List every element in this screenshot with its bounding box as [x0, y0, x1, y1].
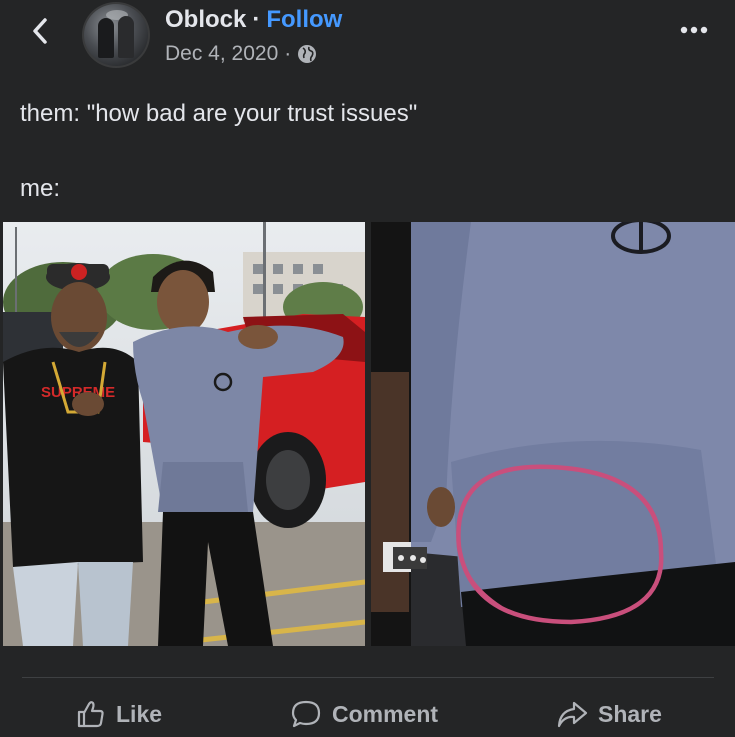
author-name[interactable]: Oblock [165, 6, 246, 33]
like-button[interactable]: Like [76, 694, 162, 734]
share-label: Share [598, 700, 662, 727]
actions-divider [22, 677, 714, 678]
like-label: Like [116, 700, 163, 727]
thumbs-up-icon [77, 701, 104, 728]
post-photo-right[interactable] [371, 222, 735, 646]
share-icon [557, 701, 588, 728]
comment-button[interactable]: Comment [290, 694, 438, 734]
globe-icon [298, 45, 317, 63]
meta-separator: · [284, 42, 292, 65]
post-text-line-1: them: "how bad are your trust issues" [20, 100, 418, 127]
back-arrow-icon[interactable] [28, 16, 52, 46]
more-options-icon[interactable] [678, 20, 710, 40]
post-actions: Like Comment Share [0, 694, 735, 734]
post-date[interactable]: Dec 4, 2020 [165, 42, 278, 66]
post-meta: Dec 4, 2020 · [165, 42, 317, 66]
name-separator: · [252, 6, 261, 33]
avatar[interactable] [82, 2, 150, 68]
share-button[interactable]: Share [556, 694, 662, 734]
comment-label: Comment [332, 700, 439, 727]
post-text-line-2: me: [20, 175, 61, 202]
author-row: Oblock · Follow [165, 6, 342, 34]
post-photo-left[interactable]: SUPREME [3, 222, 365, 646]
comment-icon [291, 700, 321, 728]
post-header: Oblock · Follow Dec 4, 2020 · [0, 0, 735, 80]
follow-button[interactable]: Follow [266, 6, 342, 33]
